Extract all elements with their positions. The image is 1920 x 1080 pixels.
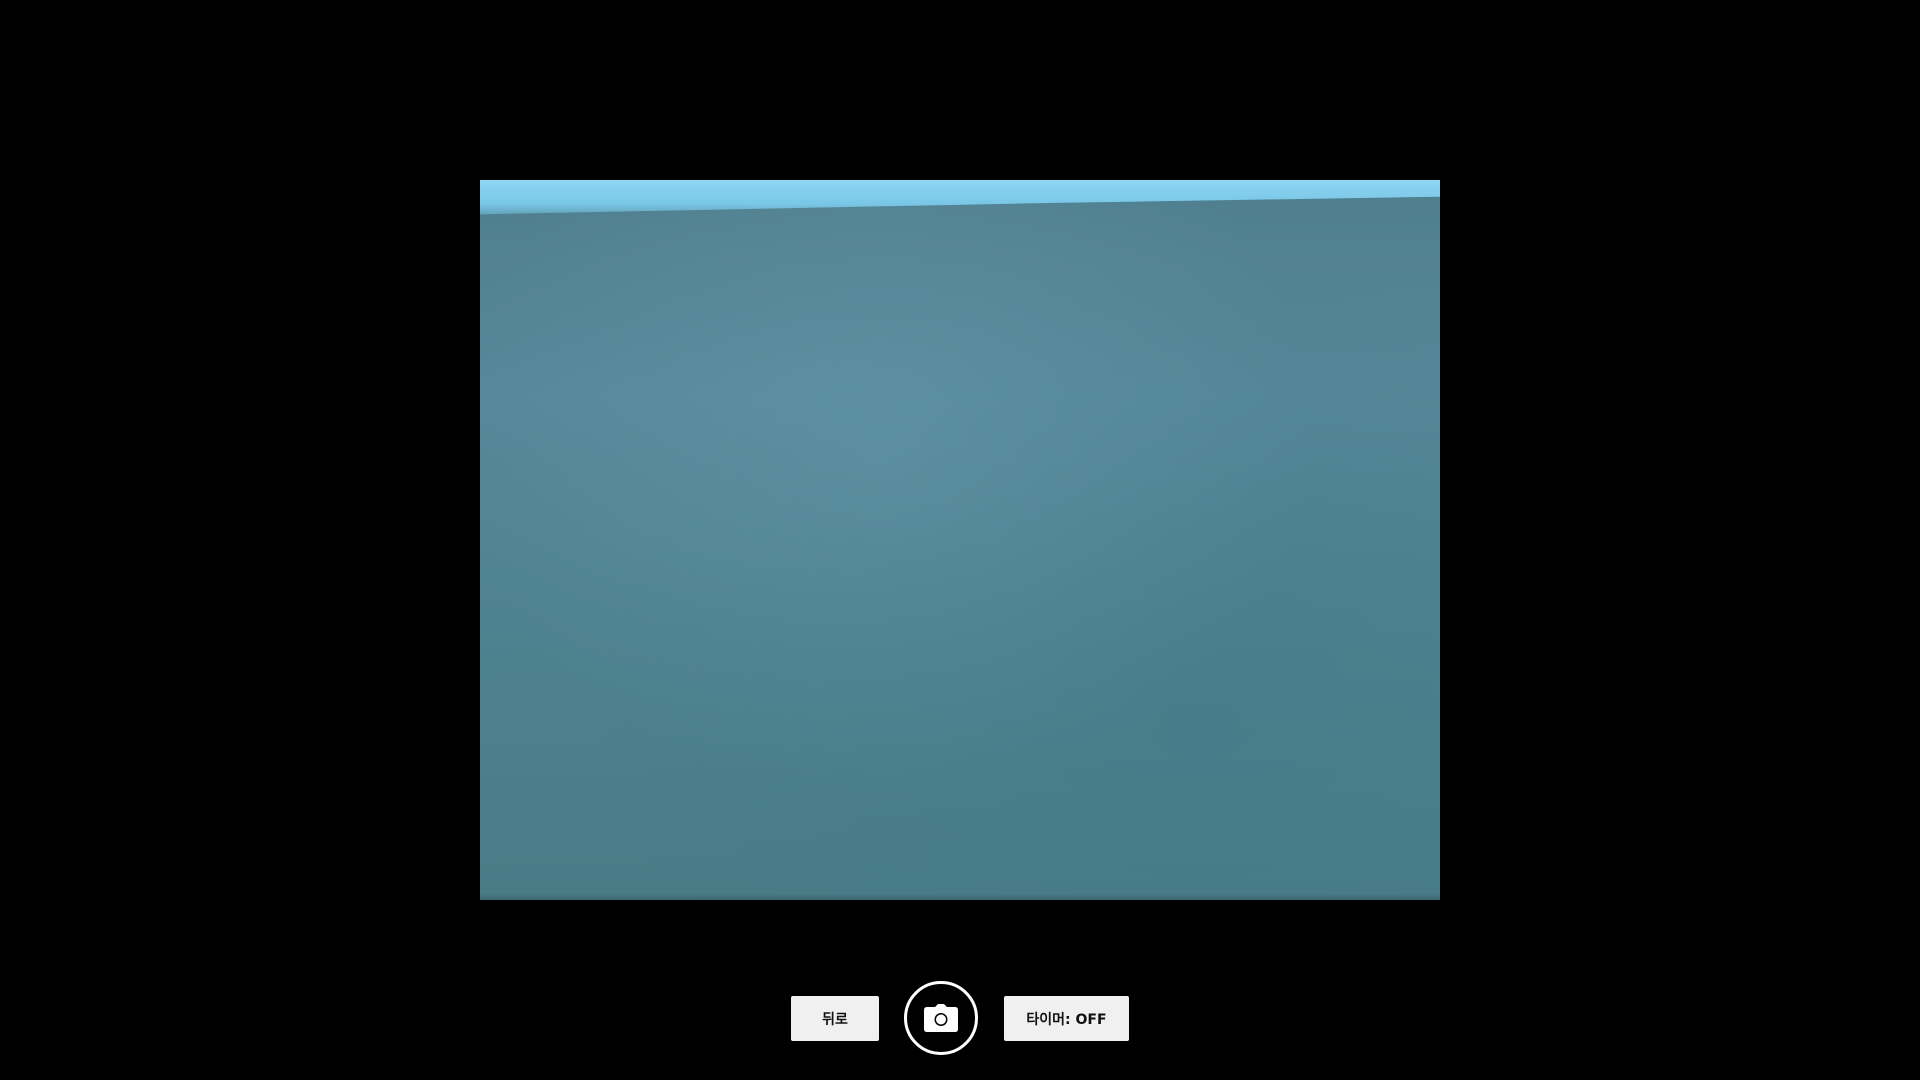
back-button[interactable]: 뒤로 <box>791 996 879 1041</box>
camera-icon <box>924 1004 958 1032</box>
camera-controls: 뒤로 타이머: OFF <box>0 980 1920 1056</box>
shutter-button[interactable] <box>904 981 978 1055</box>
camera-app: 뒤로 타이머: OFF <box>0 0 1920 1080</box>
preview-top-light-band <box>480 180 1440 215</box>
preview-bottom-edge <box>480 894 1440 900</box>
timer-toggle-button[interactable]: 타이머: OFF <box>1004 996 1129 1041</box>
camera-preview <box>480 180 1440 900</box>
